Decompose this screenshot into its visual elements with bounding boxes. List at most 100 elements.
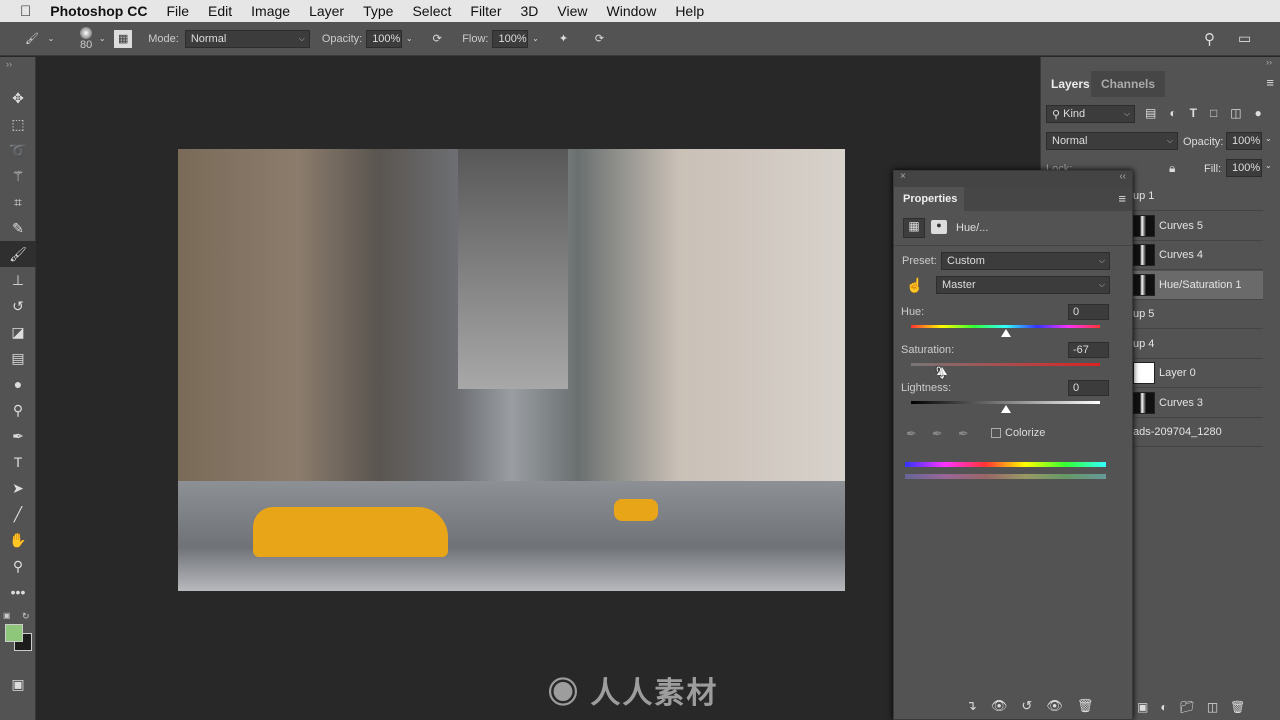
trash-icon[interactable]: 🗑︎ (1230, 700, 1245, 714)
marquee-icon[interactable]: ⬚ (0, 111, 36, 137)
type-icon[interactable]: T (0, 449, 36, 475)
magic-wand-icon[interactable]: ⚚ (0, 163, 36, 189)
tab-properties[interactable]: Properties (894, 187, 964, 211)
foreground-color-swatch[interactable] (5, 624, 23, 642)
channel-select[interactable]: Master ⌵ (936, 276, 1110, 294)
group-icon[interactable]: 📁︎ (1180, 700, 1195, 714)
default-colors-icon[interactable]: ▣ (3, 611, 11, 620)
trash-icon[interactable]: 🗑︎ (1077, 698, 1094, 714)
crop-icon[interactable]: ⌗ (0, 189, 36, 215)
menu-image[interactable]: Image (251, 3, 290, 19)
filter-smart-object-icon[interactable]: ◫ (1230, 106, 1241, 120)
layer-row[interactable]: Layer 0 (1133, 359, 1263, 388)
targeted-adjustment-hand-icon[interactable]: ☝ (906, 277, 923, 294)
adjustment-layer-icon[interactable]: ◐ (1160, 700, 1167, 714)
chevron-down-icon[interactable]: ⌄ (92, 34, 112, 43)
hue-slider-thumb[interactable] (1000, 329, 1011, 337)
layer-row[interactable]: Curves 3 (1133, 389, 1263, 418)
search-icon[interactable]: ⚲ (1204, 30, 1215, 48)
eyedropper-icon[interactable]: ✒ (906, 426, 917, 442)
chevron-down-icon[interactable]: ⌄ (1265, 161, 1272, 170)
fill-field[interactable]: 100% (1226, 159, 1262, 177)
flow-field[interactable]: 100% (492, 29, 529, 48)
pen-icon[interactable]: ✒ (0, 423, 36, 449)
eyedropper-subtract-icon[interactable]: ✒ (958, 426, 969, 442)
pressure-size-icon[interactable]: ⟳ (590, 32, 608, 45)
layer-row[interactable]: up 1 (1133, 182, 1263, 211)
menu-window[interactable]: Window (607, 3, 657, 19)
line-icon[interactable]: ╱ (0, 501, 36, 527)
path-select-icon[interactable]: ➤ (0, 475, 36, 501)
hand-icon[interactable]: ✋ (0, 527, 36, 553)
app-name[interactable]: Photoshop CC (50, 3, 147, 19)
pressure-opacity-icon[interactable]: ⟳ (428, 32, 446, 45)
tab-channels[interactable]: Channels (1091, 71, 1166, 97)
menu-layer[interactable]: Layer (309, 3, 344, 19)
brush-icon[interactable]: 🖌︎ (0, 241, 36, 267)
eyedropper-add-icon[interactable]: ✒ (932, 426, 943, 442)
zoom-icon[interactable]: ⚲ (0, 553, 36, 579)
layer-row[interactable]: up 4 (1133, 330, 1263, 359)
clip-to-layer-icon[interactable]: ↴ (966, 698, 977, 714)
chevron-down-icon[interactable]: ⌄ (528, 34, 542, 43)
menu-help[interactable]: Help (675, 3, 704, 19)
layer-opacity-field[interactable]: 100% (1226, 132, 1262, 150)
filter-type-icon[interactable]: T (1190, 106, 1197, 120)
quick-mask-icon[interactable]: ▣ (0, 671, 36, 697)
layer-row[interactable]: Curves 4 (1133, 241, 1263, 270)
gradient-icon[interactable]: ▤ (0, 345, 36, 371)
new-layer-icon[interactable]: ◫ (1207, 700, 1218, 714)
chevron-down-icon[interactable]: ⌄ (1265, 134, 1272, 143)
lock-all-icon[interactable]: 🔒︎ (1169, 161, 1175, 176)
brush-preset-icon[interactable]: 🖌︎ (20, 32, 44, 45)
brush-panel-icon[interactable]: ▦ (114, 29, 133, 48)
colorize-checkbox[interactable] (991, 428, 1001, 438)
filter-toggle[interactable]: ● (1255, 106, 1262, 120)
mode-select[interactable]: Normal ⌵ (184, 29, 310, 48)
menu-3d[interactable]: 3D (521, 3, 539, 19)
lightness-slider-thumb[interactable] (1000, 405, 1011, 413)
collapse-icon[interactable]: ‹‹ (1119, 171, 1126, 187)
brush-size-picker[interactable]: 80 (80, 26, 92, 51)
workspace-icon[interactable]: ▭ (1238, 30, 1251, 47)
visibility-icon[interactable]: 👁︎ (1046, 698, 1063, 714)
hue-slider[interactable] (911, 325, 1100, 328)
mask-icon[interactable]: ▣ (1137, 700, 1148, 714)
filter-kind-select[interactable]: ⚲ Kind ⌵ (1046, 105, 1135, 123)
airbrush-icon[interactable]: ✦ (554, 32, 572, 45)
blend-mode-select[interactable]: Normal ⌵ (1046, 132, 1178, 150)
eraser-icon[interactable]: ◪ (0, 319, 36, 345)
stamp-icon[interactable]: ⊥ (0, 267, 36, 293)
chevron-down-icon[interactable]: ⌄ (44, 34, 58, 43)
panel-menu-icon[interactable]: ≡ (1118, 191, 1126, 206)
move-icon[interactable]: ✥ (0, 85, 36, 111)
lasso-icon[interactable]: ➰ (0, 137, 36, 163)
hue-field[interactable]: 0 (1068, 304, 1109, 320)
swap-colors-icon[interactable]: ↻ (22, 611, 30, 622)
collapse-icon[interactable]: ›› (0, 57, 35, 85)
menu-edit[interactable]: Edit (208, 3, 232, 19)
apple-icon[interactable]:  (20, 3, 31, 20)
view-previous-icon[interactable]: 👁︎ (991, 698, 1008, 714)
chevron-down-icon[interactable]: ⌄ (402, 34, 416, 43)
menu-select[interactable]: Select (412, 3, 451, 19)
eyedropper-icon[interactable]: ✎ (0, 215, 36, 241)
dodge-icon[interactable]: ⚲ (0, 397, 36, 423)
filter-shape-icon[interactable]: □ (1210, 106, 1217, 120)
lightness-slider[interactable] (911, 401, 1100, 404)
filter-adjustment-icon[interactable]: ◐ (1169, 106, 1176, 120)
document-canvas[interactable] (178, 149, 845, 591)
layer-row[interactable]: Curves 5 (1133, 212, 1263, 241)
layer-row[interactable]: ads-209704_1280 (1133, 418, 1263, 447)
filter-pixel-icon[interactable]: ▤ (1145, 106, 1156, 120)
lightness-field[interactable]: 0 (1068, 380, 1109, 396)
saturation-field[interactable]: -67 (1068, 342, 1109, 358)
preset-select[interactable]: Custom ⌵ (941, 252, 1110, 270)
history-brush-icon[interactable]: ↺ (0, 293, 36, 319)
layer-mask-icon[interactable]: ● (931, 220, 947, 234)
reset-icon[interactable]: ↺ (1021, 698, 1032, 714)
menu-type[interactable]: Type (363, 3, 393, 19)
opacity-field[interactable]: 100% (366, 29, 403, 48)
menu-view[interactable]: View (557, 3, 587, 19)
menu-filter[interactable]: Filter (470, 3, 501, 19)
